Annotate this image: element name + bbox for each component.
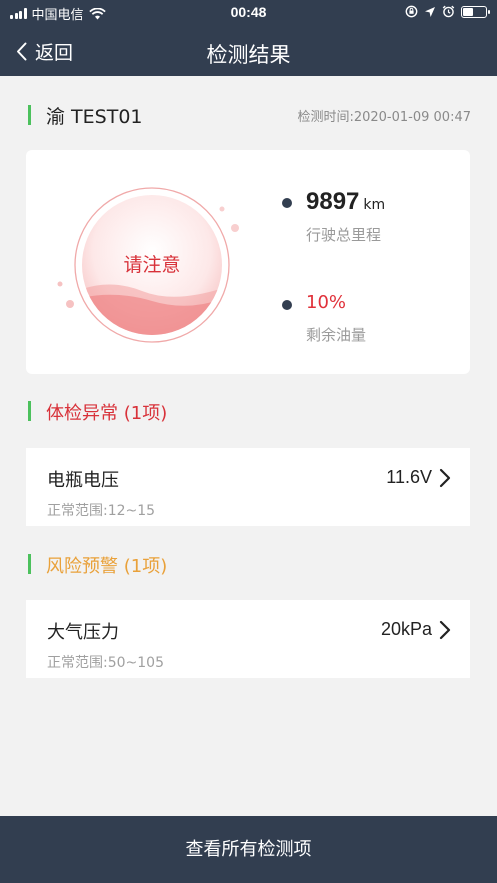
risk-section-header: 风险预警 (1项)	[28, 551, 328, 577]
mileage-label: 行驶总里程	[306, 226, 382, 244]
license-plate: 渝 TEST01	[46, 106, 143, 128]
location-icon	[425, 6, 435, 17]
abnormal-section-title: 体检异常 (1项)	[46, 403, 168, 424]
accent-bar	[28, 554, 31, 574]
rotation-lock-icon	[405, 5, 418, 18]
decor-dot	[57, 281, 63, 287]
decor-dot	[231, 224, 239, 232]
fuel-value: 10%	[306, 292, 347, 313]
risk-section-title: 风险预警 (1项)	[46, 556, 168, 577]
view-all-items-button[interactable]: 查看所有检测项	[0, 816, 497, 883]
mileage-unit: km	[363, 197, 386, 213]
mileage-value-row: 9897 km	[306, 188, 385, 216]
status-text: 请注意	[123, 254, 180, 276]
battery-voltage-item[interactable]: 电瓶电压 11.6V 正常范围:12~15	[26, 448, 470, 526]
status-gauge: 请注意	[74, 187, 230, 343]
air-pressure-item[interactable]: 大气压力 20kPa 正常范围:50~105	[26, 600, 470, 678]
status-bar-right	[405, 5, 490, 18]
item-range: 正常范围:12~15	[47, 503, 156, 519]
decor-dot	[219, 206, 225, 212]
chevron-right-icon	[439, 620, 451, 640]
accent-bar	[28, 105, 31, 125]
battery-icon	[461, 5, 490, 18]
item-value: 20kPa	[380, 619, 432, 639]
item-name: 电瓶电压	[47, 470, 119, 491]
item-range: 正常范围:50~105	[47, 655, 164, 671]
fuel-label: 剩余油量	[306, 326, 367, 344]
app-header: 中国电信 00:48 返回 检测结果	[0, 0, 497, 76]
nav-bar: 返回 检测结果	[0, 28, 497, 74]
bullet-dot	[282, 198, 292, 208]
item-value: 11.6V	[386, 467, 432, 487]
vehicle-info-row: 渝 TEST01 检测时间:2020-01-09 00:47	[28, 100, 471, 130]
chevron-right-icon	[439, 468, 451, 488]
decor-dot	[66, 300, 74, 308]
summary-card: 请注意	[26, 150, 470, 374]
abnormal-section-header: 体检异常 (1项)	[28, 398, 328, 424]
item-name: 大气压力	[47, 622, 119, 643]
mileage-value: 9897	[306, 188, 360, 215]
accent-bar	[28, 401, 31, 421]
check-time: 检测时间:2020-01-09 00:47	[297, 110, 471, 125]
bullet-dot	[282, 300, 292, 310]
alarm-icon	[442, 5, 455, 18]
status-bar: 中国电信 00:48	[0, 0, 497, 26]
page-title: 检测结果	[206, 43, 291, 67]
